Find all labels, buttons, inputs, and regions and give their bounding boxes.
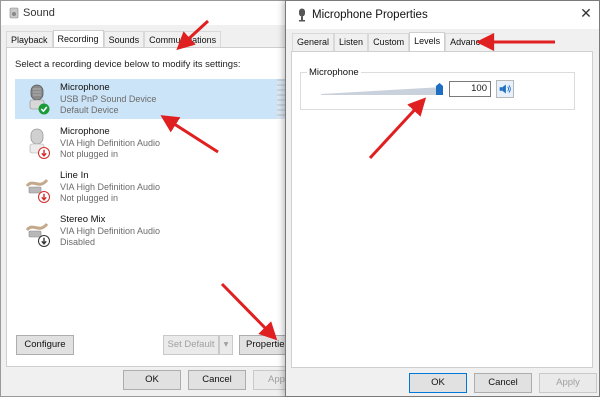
check-badge-icon — [38, 103, 50, 115]
device-description: VIA High Definition Audio — [60, 182, 161, 192]
props-titlebar: Microphone Properties ✕ — [286, 1, 599, 29]
props-tabs: General Listen Custom Levels Advanced — [292, 32, 496, 53]
device-name: Line In — [60, 170, 89, 181]
instructions-text: Select a recording device below to modif… — [15, 59, 241, 70]
sound-apply-button[interactable]: Appl — [253, 370, 286, 390]
tab-general[interactable]: General — [292, 33, 335, 53]
sound-ok-button[interactable]: OK — [123, 370, 181, 390]
stereo-mix-icon — [25, 222, 50, 247]
speaker-mute-toggle-icon[interactable] — [496, 80, 514, 98]
device-name: Microphone — [60, 82, 110, 93]
tab-levels[interactable]: Levels — [409, 32, 446, 52]
tab-custom[interactable]: Custom — [368, 33, 410, 53]
set-default-button[interactable]: Set Default — [163, 335, 219, 355]
props-cancel-button[interactable]: Cancel — [474, 373, 532, 393]
props-ok-button[interactable]: OK — [409, 373, 467, 393]
microphone-properties-window: Microphone Properties ✕ General Listen C… — [285, 0, 600, 397]
device-status: Not plugged in — [60, 149, 119, 159]
level-value-field[interactable]: 100 — [449, 81, 491, 97]
device-status: Not plugged in — [60, 193, 119, 203]
device-status: Default Device — [60, 105, 119, 115]
microphone-icon — [299, 8, 305, 22]
props-window-title: Microphone Properties — [312, 9, 428, 21]
speaker-icon — [9, 7, 19, 19]
device-item-usb-microphone[interactable]: Microphone USB PnP Sound Device Default … — [15, 79, 277, 119]
props-apply-button[interactable]: Apply — [539, 373, 597, 393]
device-description: USB PnP Sound Device — [60, 94, 157, 104]
device-description: VIA High Definition Audio — [60, 226, 161, 236]
device-status: Disabled — [60, 237, 96, 247]
microphone-level-group: Microphone 100 — [300, 67, 575, 110]
sound-window-title: Sound — [23, 7, 55, 19]
chevron-down-icon: ▾ — [223, 339, 229, 350]
level-group-label: Microphone — [307, 67, 361, 78]
device-name: Stereo Mix — [60, 214, 106, 225]
device-description: VIA High Definition Audio — [60, 138, 161, 148]
line-in-jack-icon — [25, 178, 50, 203]
properties-button[interactable]: Properties — [239, 335, 291, 355]
sound-cancel-button[interactable]: Cancel — [188, 370, 246, 390]
configure-button[interactable]: Configure — [16, 335, 74, 355]
device-item-stereo-mix[interactable]: Stereo Mix VIA High Definition Audio Dis… — [15, 211, 277, 251]
device-name: Microphone — [60, 126, 110, 137]
level-slider-track[interactable] — [321, 87, 443, 95]
level-slider-thumb[interactable] — [436, 83, 443, 95]
tab-advanced[interactable]: Advanced — [445, 33, 496, 53]
device-item-via-microphone[interactable]: Microphone VIA High Definition Audio Not… — [15, 123, 277, 163]
microphone-icon — [29, 84, 50, 115]
close-icon[interactable]: ✕ — [579, 6, 593, 20]
microphone-icon — [29, 128, 50, 159]
device-item-line-in[interactable]: Line In VIA High Definition Audio Not pl… — [15, 167, 277, 207]
tab-listen[interactable]: Listen — [334, 33, 369, 53]
set-default-dropdown[interactable]: ▾ — [219, 335, 233, 355]
